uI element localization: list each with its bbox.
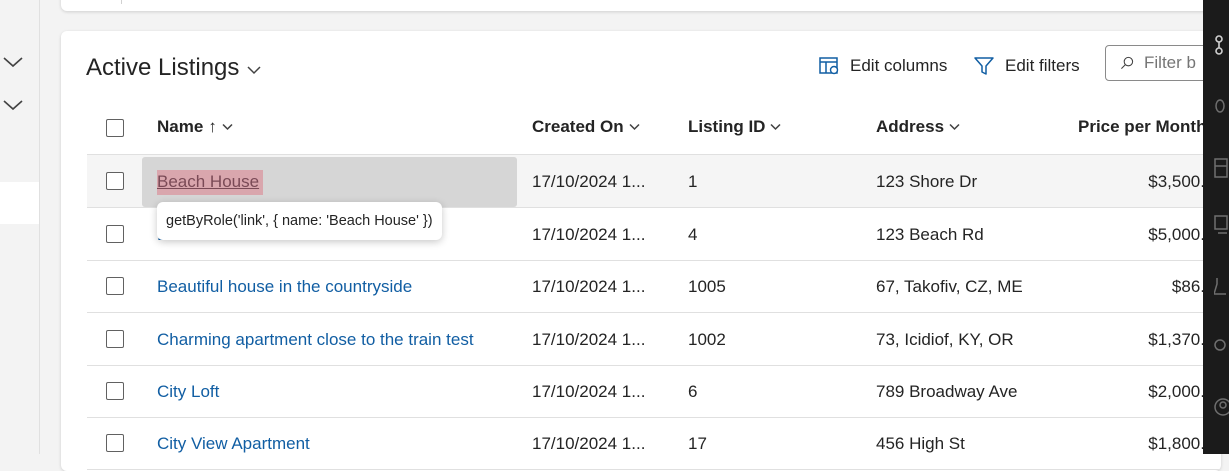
listing-name-link[interactable]: City View Apartment xyxy=(157,434,310,454)
chevron-down-icon xyxy=(247,66,261,75)
row-checkbox[interactable] xyxy=(106,225,124,243)
sort-ascending-icon: ↑ xyxy=(208,117,217,136)
row-checkbox[interactable] xyxy=(106,434,124,452)
column-header-created-on[interactable]: Created On xyxy=(532,117,640,137)
price-cell: $1,800. xyxy=(1148,434,1205,453)
column-header-name[interactable]: Name ↑ xyxy=(157,117,233,137)
layout-icon[interactable] xyxy=(1214,157,1229,179)
top-card xyxy=(61,0,1211,11)
price-cell: $5,000. xyxy=(1148,225,1205,244)
price-cell: $86. xyxy=(1171,277,1205,296)
listing-id-cell: 1005 xyxy=(688,277,726,296)
edit-columns-icon xyxy=(819,57,839,75)
price-cell: $2,000. xyxy=(1148,382,1205,401)
column-header-address[interactable]: Address xyxy=(876,117,960,137)
table-row[interactable]: City Loft 17/10/2024 1... 6 789 Broadway… xyxy=(87,365,1221,418)
listing-name-link[interactable]: Beach House xyxy=(157,172,259,192)
listing-id-cell: 17 xyxy=(688,434,707,453)
column-header-label: Address xyxy=(876,117,945,136)
created-on-cell: 17/10/2024 1... xyxy=(532,225,646,244)
side-toolbar xyxy=(1203,0,1229,454)
chevron-down-icon[interactable] xyxy=(2,96,24,114)
row-checkbox[interactable] xyxy=(106,172,124,190)
listing-id-cell: 4 xyxy=(688,225,698,244)
edit-columns-label: Edit columns xyxy=(850,56,948,75)
column-header-label: Name xyxy=(157,117,204,136)
edit-filters-button[interactable]: Edit filters xyxy=(973,55,1080,77)
created-on-cell: 17/10/2024 1... xyxy=(532,330,646,349)
table-row[interactable]: Beautiful house in the countryside 17/10… xyxy=(87,260,1221,313)
row-checkbox[interactable] xyxy=(106,277,124,295)
price-cell: $1,370. xyxy=(1148,330,1205,349)
grid-header: Name ↑ Created On Listing ID Address Pri… xyxy=(87,101,1221,155)
row-checkbox[interactable] xyxy=(106,382,124,400)
column-header-label: Listing ID xyxy=(688,117,766,136)
locator-tooltip: getByRole('link', { name: 'Beach House' … xyxy=(157,202,442,240)
select-all-checkbox[interactable] xyxy=(106,119,124,137)
branch-icon[interactable] xyxy=(1214,34,1229,56)
column-header-label: Created On xyxy=(532,117,624,136)
chevron-down-icon xyxy=(629,123,640,131)
created-on-cell: 17/10/2024 1... xyxy=(532,277,646,296)
chevron-down-icon xyxy=(949,123,960,131)
address-cell: 123 Beach Rd xyxy=(876,225,984,244)
chevron-down-icon xyxy=(770,123,781,131)
price-cell: $3,500. xyxy=(1148,172,1205,191)
created-on-cell: 17/10/2024 1... xyxy=(532,382,646,401)
nav-selected-item[interactable] xyxy=(0,182,40,224)
account-icon[interactable] xyxy=(1214,396,1229,418)
table-row[interactable]: Beach House 17/10/2024 1... 1 123 Shore … xyxy=(87,155,1221,208)
left-navigation xyxy=(0,0,40,454)
top-card-separator xyxy=(121,0,122,4)
listing-name-link[interactable]: Beautiful house in the countryside xyxy=(157,277,412,297)
listing-name-link[interactable]: Charming apartment close to the train te… xyxy=(157,330,474,350)
address-cell: 456 High St xyxy=(876,434,965,453)
monitor-icon[interactable] xyxy=(1214,214,1229,236)
column-header-price[interactable]: Price per Month xyxy=(1078,117,1206,137)
address-cell: 73, Icidiof, KY, OR xyxy=(876,330,1014,349)
created-on-cell: 17/10/2024 1... xyxy=(532,172,646,191)
bug-icon[interactable] xyxy=(1214,95,1229,117)
listing-id-cell: 1002 xyxy=(688,330,726,349)
nav-divider xyxy=(39,0,40,454)
search-icon xyxy=(1121,56,1134,69)
chevron-down-icon xyxy=(222,123,233,131)
edit-filters-label: Edit filters xyxy=(1005,56,1080,75)
table-row[interactable]: Charming apartment close to the train te… xyxy=(87,313,1221,366)
view-selector[interactable]: Active Listings xyxy=(86,54,261,82)
created-on-cell: 17/10/2024 1... xyxy=(532,434,646,453)
address-cell: 67, Takofiv, CZ, ME xyxy=(876,277,1023,296)
listing-id-cell: 6 xyxy=(688,382,698,401)
active-listings-card: Active Listings Edit columns Edit filter… xyxy=(61,31,1221,471)
column-header-label: Price per Month xyxy=(1078,117,1207,136)
location-icon[interactable] xyxy=(1214,337,1229,359)
listing-id-cell: 1 xyxy=(688,172,698,191)
address-cell: 123 Shore Dr xyxy=(876,172,978,191)
address-cell: 789 Broadway Ave xyxy=(876,382,1018,401)
row-checkbox[interactable] xyxy=(106,330,124,348)
flask-icon[interactable] xyxy=(1214,276,1229,298)
table-row[interactable]: City View Apartment 17/10/2024 1... 17 4… xyxy=(87,417,1221,470)
column-header-listing-id[interactable]: Listing ID xyxy=(688,117,781,137)
chevron-down-icon[interactable] xyxy=(2,53,24,71)
page-title: Active Listings xyxy=(86,54,240,81)
edit-columns-button[interactable]: Edit columns xyxy=(818,55,947,77)
filter-icon xyxy=(974,57,994,75)
listing-name-link[interactable]: City Loft xyxy=(157,382,219,402)
